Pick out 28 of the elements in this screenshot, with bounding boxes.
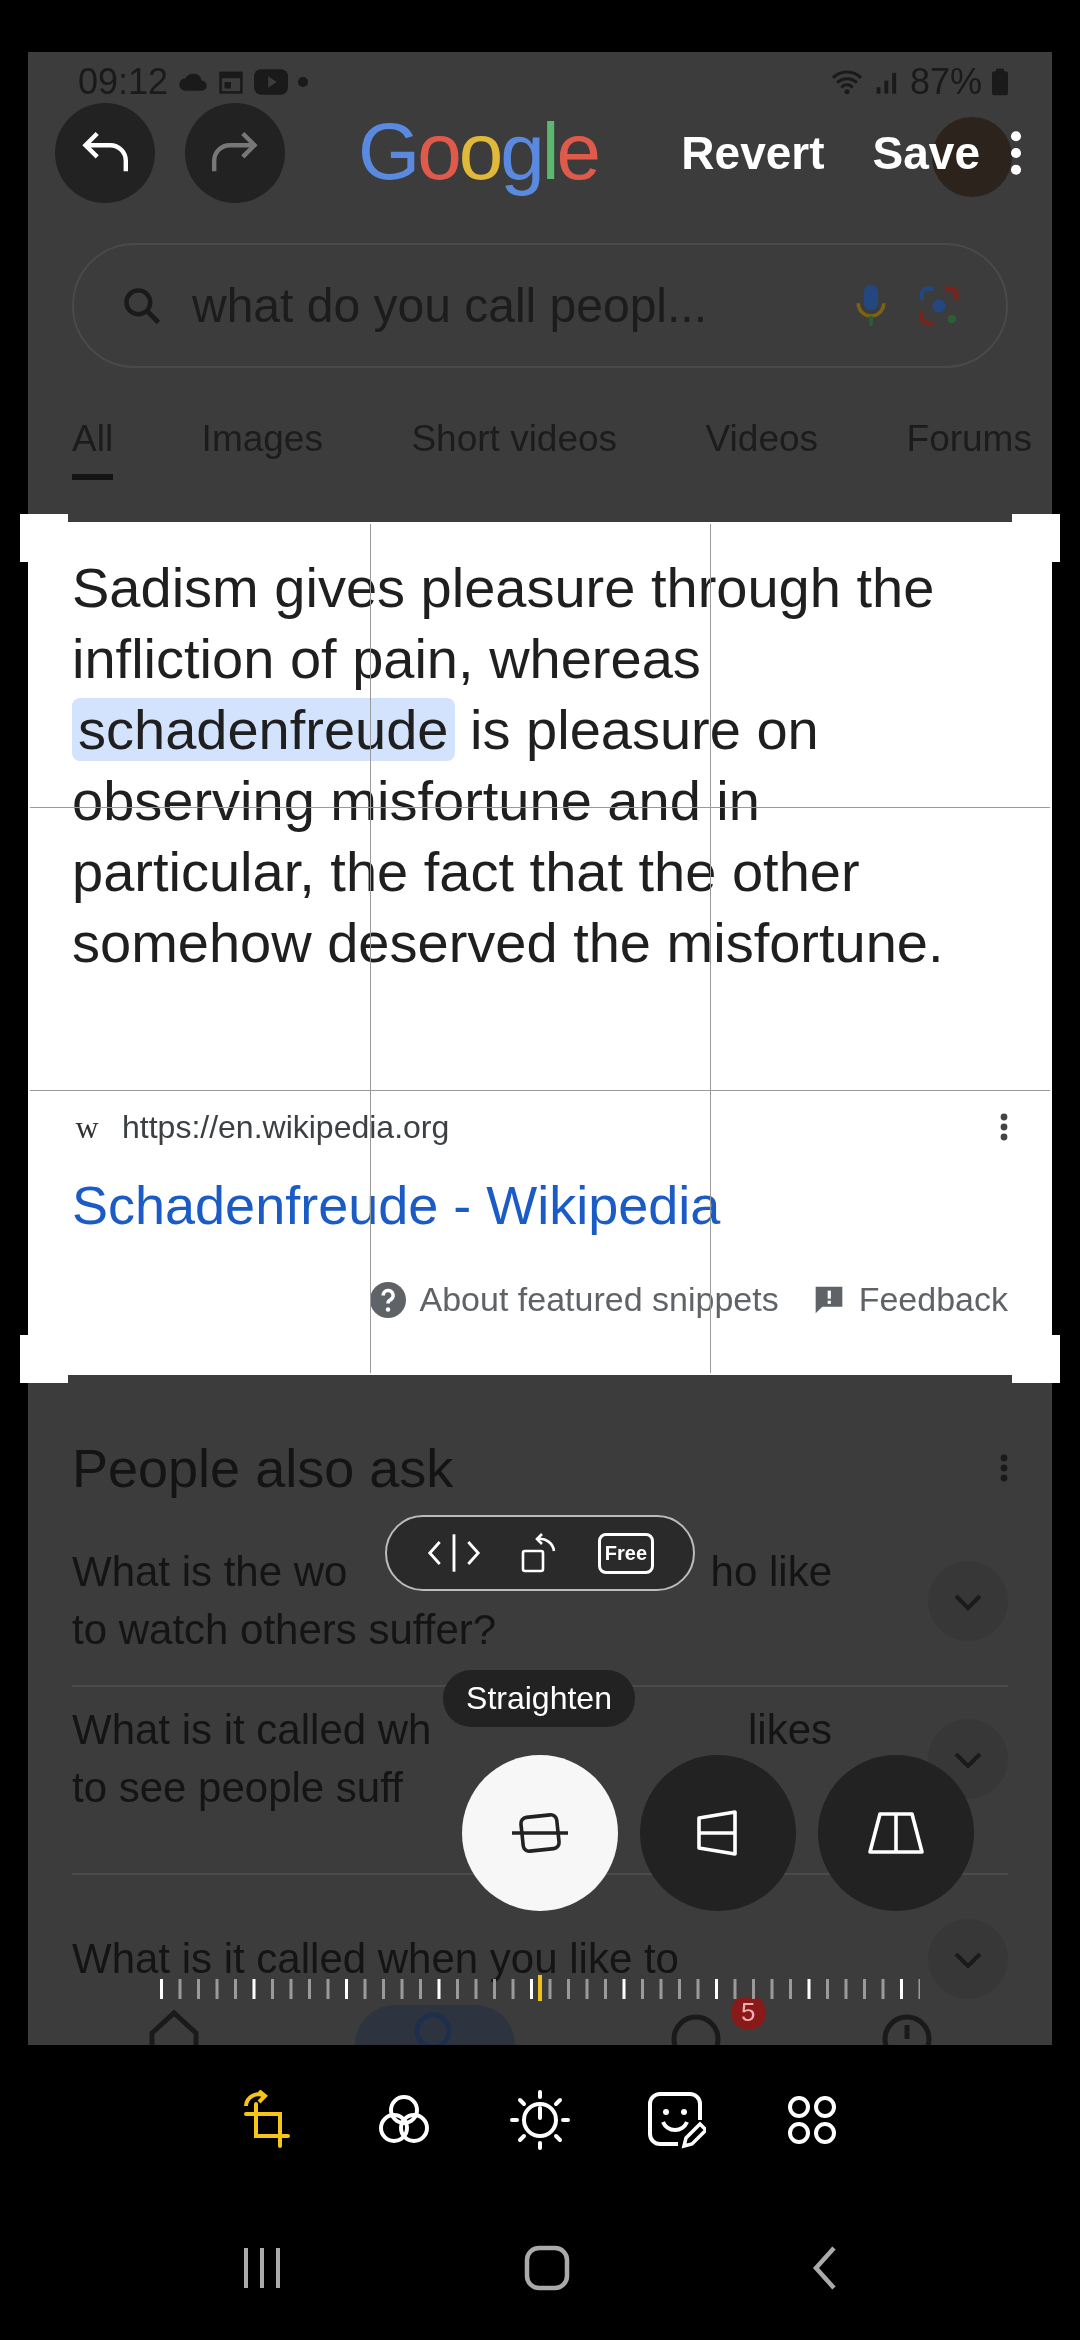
- notification-badge: 5: [731, 1997, 766, 2030]
- brightness-icon: [510, 2090, 570, 2150]
- tooltip: Straighten: [443, 1670, 635, 1727]
- more-icon[interactable]: [1010, 129, 1022, 177]
- result-link[interactable]: Schadenfreude - Wikipedia: [72, 1174, 1008, 1236]
- dot-icon: [298, 77, 309, 87]
- more-icon[interactable]: [1000, 1112, 1008, 1142]
- crop-handle[interactable]: [1012, 1335, 1060, 1383]
- revert-button[interactable]: Revert: [681, 126, 825, 180]
- crop-handle[interactable]: [20, 514, 68, 562]
- snippet-text: Sadism gives pleasure through the infliction of pain, whereas schadenfreude is pleasure on observing misfortune and in particular, the fact that the other somehow deserved the misfortune.: [72, 555, 945, 976]
- cloud-icon: [178, 72, 209, 92]
- crop-handle[interactable]: [20, 1335, 68, 1383]
- home-button-icon[interactable]: [524, 2244, 570, 2291]
- aspect-ratio-button[interactable]: Free: [597, 1532, 654, 1574]
- help-icon[interactable]: [369, 1281, 406, 1318]
- feedback-link[interactable]: Feedback: [858, 1280, 1008, 1319]
- calendar-icon: [218, 69, 245, 95]
- play-icon: [254, 69, 289, 95]
- battery-icon: [992, 68, 1008, 96]
- google-logo: Google: [358, 106, 598, 198]
- sticker-icon: [646, 2090, 706, 2150]
- save-button[interactable]: Save: [872, 126, 980, 180]
- crop-handle[interactable]: [1012, 514, 1060, 562]
- site-letter: w: [74, 1108, 100, 1146]
- flip-icon[interactable]: [425, 1531, 482, 1575]
- source-url: https://en.wikipedia.org: [122, 1108, 450, 1146]
- wifi-icon: [829, 68, 864, 96]
